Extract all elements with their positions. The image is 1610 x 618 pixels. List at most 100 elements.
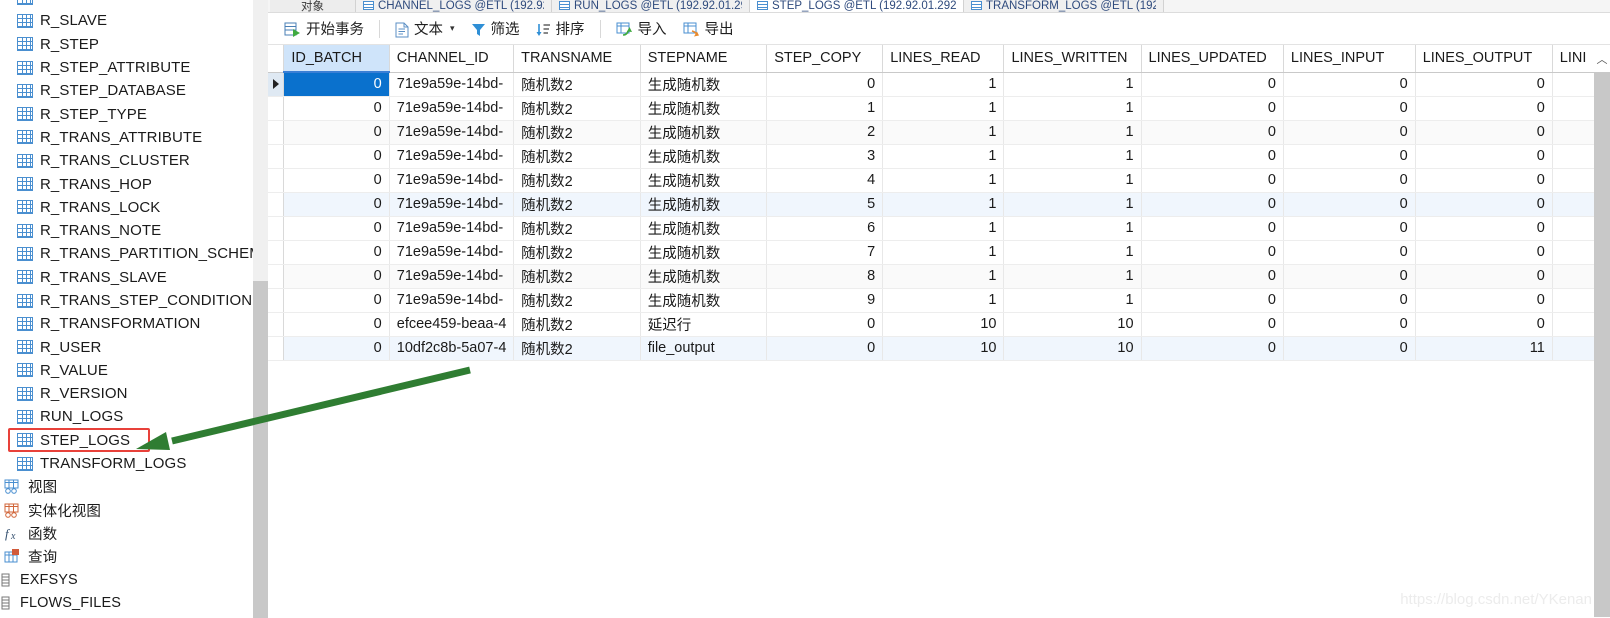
cell-id_batch[interactable]: 0	[284, 312, 389, 336]
sidebar-item-r_step[interactable]: R_STEP	[0, 33, 268, 56]
column-header-transname[interactable]: TRANSNAME	[514, 45, 641, 72]
cell-lines_input[interactable]: 0	[1283, 336, 1415, 360]
cell-id_batch[interactable]: 0	[284, 144, 389, 168]
cell-lines_read[interactable]: 1	[883, 96, 1004, 120]
cell-lines_input[interactable]: 0	[1283, 312, 1415, 336]
table-row[interactable]: 071e9a59e-14bd-随机数2生成随机数211000	[268, 120, 1595, 144]
cell-channel_id[interactable]: 71e9a59e-14bd-	[389, 120, 513, 144]
cell-id_batch[interactable]: 0	[284, 168, 389, 192]
cell-lines_updated[interactable]: 0	[1141, 168, 1283, 192]
row-indicator-cell[interactable]	[268, 96, 284, 120]
cell-lines_output[interactable]: 0	[1415, 192, 1552, 216]
row-indicator-cell[interactable]	[268, 312, 284, 336]
cell-id_batch[interactable]: 0	[284, 288, 389, 312]
tab-editor-4[interactable]: TRANSFORM_LOGS @ETL (192.92.0...	[964, 0, 1164, 12]
data-grid[interactable]: ID_BATCHCHANNEL_IDTRANSNAMESTEPNAMESTEP_…	[268, 45, 1595, 361]
object-tree-sidebar[interactable]: R_REPOSITORY_LOGR_SLAVER_STEPR_STEP_ATTR…	[0, 0, 268, 618]
cell-lines_read[interactable]: 1	[883, 264, 1004, 288]
cell-id_batch[interactable]: 0	[284, 264, 389, 288]
tab-editor-2[interactable]: RUN_LOGS @ETL (192.92.01.292_0...	[552, 0, 750, 12]
sidebar-schema-flows_files[interactable]: FLOWS_FILES	[0, 592, 268, 615]
sidebar-item-transform_logs[interactable]: TRANSFORM_LOGS	[0, 452, 268, 475]
cell-lini[interactable]	[1552, 336, 1594, 360]
cell-lini[interactable]	[1552, 168, 1594, 192]
sidebar-item-r_trans_note[interactable]: R_TRANS_NOTE	[0, 219, 268, 242]
cell-stepname[interactable]: 生成随机数	[640, 72, 767, 96]
cell-lines_updated[interactable]: 0	[1141, 96, 1283, 120]
cell-step_copy[interactable]: 2	[767, 120, 883, 144]
filter-button[interactable]: 筛选	[463, 17, 528, 41]
cell-lines_written[interactable]: 1	[1004, 216, 1141, 240]
cell-lines_written[interactable]: 1	[1004, 120, 1141, 144]
cell-channel_id[interactable]: 71e9a59e-14bd-	[389, 216, 513, 240]
table-row[interactable]: 071e9a59e-14bd-随机数2生成随机数811000	[268, 264, 1595, 288]
editor-tabstrip[interactable]: 对象CHANNEL_LOGS @ETL (192.92.01.29...RUN_…	[268, 0, 1610, 13]
cell-lini[interactable]	[1552, 288, 1594, 312]
cell-lines_input[interactable]: 0	[1283, 96, 1415, 120]
cell-lines_read[interactable]: 1	[883, 240, 1004, 264]
grid-scrollbar-track[interactable]	[1594, 72, 1610, 617]
table-row[interactable]: 071e9a59e-14bd-随机数2生成随机数311000	[268, 144, 1595, 168]
cell-lines_updated[interactable]: 0	[1141, 192, 1283, 216]
cell-stepname[interactable]: 生成随机数	[640, 216, 767, 240]
cell-channel_id[interactable]: 71e9a59e-14bd-	[389, 168, 513, 192]
tab-editor-3[interactable]: STEP_LOGS @ETL (192.92.01.292_0...	[750, 0, 964, 12]
column-header-lines_updated[interactable]: LINES_UPDATED	[1141, 45, 1283, 72]
cell-lines_input[interactable]: 0	[1283, 120, 1415, 144]
table-row[interactable]: 010df2c8b-5a07-4随机数2file_output010100011	[268, 336, 1595, 360]
cell-step_copy[interactable]: 3	[767, 144, 883, 168]
table-row[interactable]: 071e9a59e-14bd-随机数2生成随机数711000	[268, 240, 1595, 264]
sidebar-schema-exfsys[interactable]: EXFSYS	[0, 568, 268, 591]
cell-channel_id[interactable]: 71e9a59e-14bd-	[389, 264, 513, 288]
sidebar-item-r_trans_slave[interactable]: R_TRANS_SLAVE	[0, 266, 268, 289]
sidebar-item-run_logs[interactable]: RUN_LOGS	[0, 405, 268, 428]
cell-stepname[interactable]: 延迟行	[640, 312, 767, 336]
sidebar-group-materialized-view[interactable]: 实体化视图	[0, 499, 268, 522]
chevron-down-icon[interactable]: ▾	[450, 23, 455, 34]
cell-lines_written[interactable]: 1	[1004, 240, 1141, 264]
cell-stepname[interactable]: file_output	[640, 336, 767, 360]
row-indicator-cell[interactable]	[268, 240, 284, 264]
cell-lines_output[interactable]: 11	[1415, 336, 1552, 360]
cell-transname[interactable]: 随机数2	[514, 168, 641, 192]
cell-lines_read[interactable]: 1	[883, 168, 1004, 192]
cell-lines_written[interactable]: 1	[1004, 192, 1141, 216]
cell-lines_output[interactable]: 0	[1415, 96, 1552, 120]
cell-lines_written[interactable]: 1	[1004, 288, 1141, 312]
cell-lines_written[interactable]: 1	[1004, 144, 1141, 168]
object-tree[interactable]: R_REPOSITORY_LOGR_SLAVER_STEPR_STEP_ATTR…	[0, 0, 268, 615]
sidebar-group-query[interactable]: 查询	[0, 545, 268, 568]
cell-lines_updated[interactable]: 0	[1141, 72, 1283, 96]
cell-channel_id[interactable]: efcee459-beaa-4	[389, 312, 513, 336]
row-indicator-cell[interactable]	[268, 168, 284, 192]
cell-stepname[interactable]: 生成随机数	[640, 96, 767, 120]
column-header-lini[interactable]: LINI	[1552, 45, 1594, 72]
cell-transname[interactable]: 随机数2	[514, 120, 641, 144]
cell-step_copy[interactable]: 0	[767, 72, 883, 96]
cell-lines_output[interactable]: 0	[1415, 72, 1552, 96]
cell-step_copy[interactable]: 1	[767, 96, 883, 120]
cell-lines_read[interactable]: 1	[883, 120, 1004, 144]
cell-transname[interactable]: 随机数2	[514, 216, 641, 240]
table-row[interactable]: 0efcee459-beaa-4随机数2延迟行01010000	[268, 312, 1595, 336]
cell-lines_output[interactable]: 0	[1415, 264, 1552, 288]
cell-lines_output[interactable]: 0	[1415, 288, 1552, 312]
column-header-lines_written[interactable]: LINES_WRITTEN	[1004, 45, 1141, 72]
cell-lini[interactable]	[1552, 240, 1594, 264]
cell-id_batch[interactable]: 0	[284, 336, 389, 360]
cell-stepname[interactable]: 生成随机数	[640, 288, 767, 312]
table-row[interactable]: 071e9a59e-14bd-随机数2生成随机数911000	[268, 288, 1595, 312]
cell-lini[interactable]	[1552, 264, 1594, 288]
cell-transname[interactable]: 随机数2	[514, 336, 641, 360]
sidebar-item-r_trans_partition_schema[interactable]: R_TRANS_PARTITION_SCHEMA	[0, 242, 268, 265]
cell-step_copy[interactable]: 4	[767, 168, 883, 192]
cell-channel_id[interactable]: 10df2c8b-5a07-4	[389, 336, 513, 360]
row-indicator-cell[interactable]	[268, 120, 284, 144]
cell-lines_read[interactable]: 10	[883, 336, 1004, 360]
cell-lini[interactable]	[1552, 144, 1594, 168]
text-button[interactable]: 文本 ▾	[387, 17, 463, 41]
cell-lini[interactable]	[1552, 72, 1594, 96]
grid-header-row[interactable]: ID_BATCHCHANNEL_IDTRANSNAMESTEPNAMESTEP_…	[268, 45, 1595, 72]
cell-lines_written[interactable]: 10	[1004, 336, 1141, 360]
cell-lines_input[interactable]: 0	[1283, 264, 1415, 288]
